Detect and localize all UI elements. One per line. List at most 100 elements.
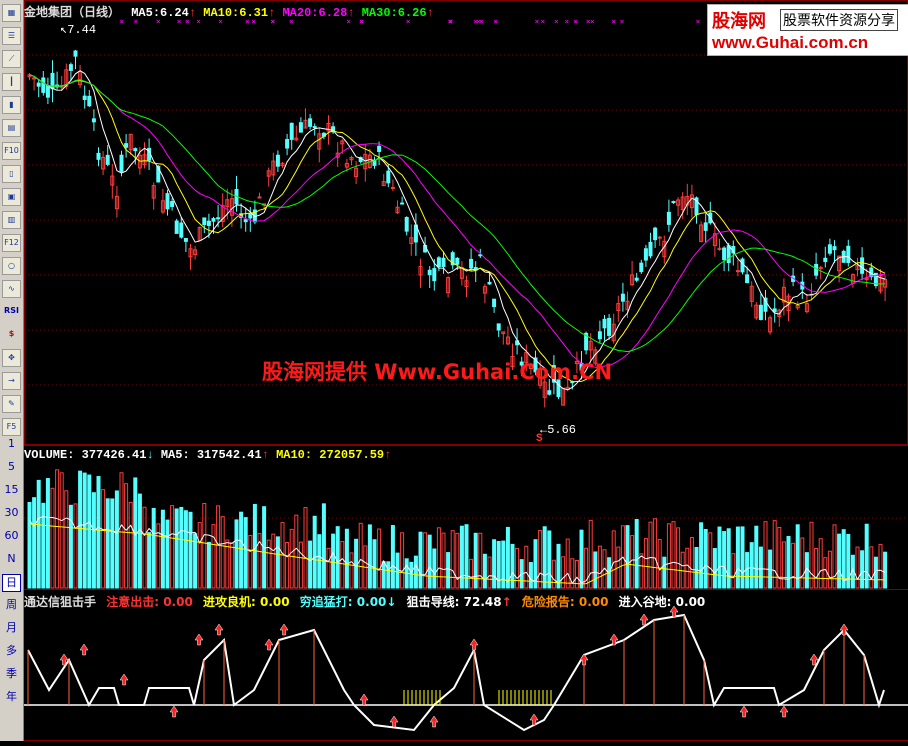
candle-body: [735, 270, 740, 273]
table-icon[interactable]: ▤: [2, 119, 21, 137]
f5-icon[interactable]: F5: [2, 418, 21, 436]
high-price-label: ↖7.44: [60, 22, 96, 37]
search-icon[interactable]: ○: [2, 257, 21, 275]
volume-bar: [542, 526, 547, 589]
volume-bar: [349, 552, 354, 589]
logo-url: www.Guhai.com.cn: [712, 33, 869, 52]
volume-bar: [869, 546, 874, 589]
volume-bar: [459, 525, 464, 589]
arrow-up-icon: ↑: [347, 6, 355, 20]
note-icon[interactable]: ▣: [2, 188, 21, 206]
arrow-up-icon: ↑: [188, 6, 197, 20]
left-toolbar: ▦ ☰ ⟋ ┃ ▮ ▤ F10 ▯ ▣ ▥ F12 ○ ∿ RSI $ ✥ → ✎ F5 1 5 15 30 60 N 日周月多季…: [0, 0, 24, 741]
ma20-value: 6.28: [318, 6, 348, 20]
move-icon[interactable]: ✥: [2, 349, 21, 367]
candle-body: [492, 298, 497, 308]
period-2-button[interactable]: 15: [2, 482, 21, 500]
period-3-button[interactable]: 30: [2, 505, 21, 523]
exit-icon[interactable]: →: [2, 372, 21, 390]
candle-body: [657, 236, 662, 239]
calc-icon[interactable]: ▥: [2, 211, 21, 229]
period-10-button[interactable]: 季: [2, 666, 21, 684]
volume-bar: [165, 519, 170, 589]
candle-body: [165, 193, 170, 210]
volume-bar: [689, 537, 694, 589]
volume-bar: [860, 550, 865, 589]
candle-body: [722, 247, 727, 261]
volume-bar: [234, 519, 239, 589]
volume-bar: [413, 555, 418, 589]
signal-mark: S: [536, 433, 543, 445]
period-0-button[interactable]: 1: [2, 436, 21, 454]
chart-area[interactable]: ××××××××××××××××××××××××××××××××××××××××…: [24, 0, 908, 741]
volume-bar: [50, 487, 55, 589]
period-11-button[interactable]: 年: [2, 689, 21, 707]
signal-cross: ×: [620, 17, 625, 26]
list-icon[interactable]: ☰: [2, 27, 21, 45]
volume-bar: [864, 523, 869, 589]
period-6-button[interactable]: 日: [2, 574, 21, 592]
arrow-up-icon: ↑: [268, 6, 276, 20]
volume-bar: [91, 492, 96, 589]
f10-icon[interactable]: F10: [2, 142, 21, 160]
doc-icon[interactable]: ▯: [2, 165, 21, 183]
volume-bar: [114, 490, 119, 589]
candle-body: [648, 241, 653, 257]
volume-bar: [662, 556, 667, 589]
candle-body: [427, 269, 432, 276]
chart-icon[interactable]: ▦: [2, 4, 21, 22]
candle-body: [758, 304, 763, 320]
bar-chart-icon[interactable]: ▮: [2, 96, 21, 114]
attention-arrow-icon: [579, 653, 589, 666]
candle-body: [860, 257, 865, 274]
pencil-icon[interactable]: ✎: [2, 395, 21, 413]
volume-bar: [335, 526, 340, 589]
volume-bar: [303, 507, 308, 589]
dollar-icon[interactable]: $: [2, 326, 21, 344]
candle-body: [832, 246, 837, 251]
candle-body: [257, 196, 262, 199]
ma10-label: MA10:: [203, 6, 240, 20]
volume-bar: [142, 506, 147, 589]
candle-icon[interactable]: ┃: [2, 73, 21, 91]
volume-bar: [676, 527, 681, 589]
period-4-button[interactable]: 60: [2, 528, 21, 546]
volume-ma5-value: 317542.41: [196, 448, 262, 462]
volume-bar: [137, 493, 142, 589]
volume-bar: [754, 525, 759, 589]
attention-arrow-icon: [79, 643, 89, 656]
candle-body: [243, 219, 248, 223]
candle-body: [183, 237, 188, 242]
volume-bar: [482, 553, 487, 589]
guide-line: [27, 613, 885, 732]
period-9-button[interactable]: 多: [2, 643, 21, 661]
volume-label: VOLUME:: [24, 448, 75, 462]
valley-value: 0.00: [675, 595, 706, 609]
candle-body: [846, 245, 851, 263]
period-5-button[interactable]: N: [2, 551, 21, 569]
volume-bar: [36, 479, 41, 589]
volume-bar: [423, 532, 428, 589]
ma5-value: 6.24: [160, 6, 189, 20]
wave-icon[interactable]: ∿: [2, 280, 21, 298]
arrow-down-icon: ↓: [146, 448, 154, 462]
f12-icon[interactable]: F12: [2, 234, 21, 252]
rsi-icon[interactable]: RSI: [2, 303, 21, 321]
volume-bar: [197, 522, 202, 589]
candle-body: [432, 268, 437, 282]
attention-arrow-icon: [119, 673, 129, 686]
period-1-button[interactable]: 5: [2, 459, 21, 477]
volume-bar: [321, 503, 326, 589]
volume-bar: [643, 538, 648, 589]
line-chart-icon[interactable]: ⟋: [2, 50, 21, 68]
candle-body: [827, 244, 832, 254]
candle-body: [602, 318, 607, 329]
volume-bar: [354, 538, 359, 589]
volume-bar: [593, 551, 598, 589]
period-8-button[interactable]: 月: [2, 620, 21, 638]
candle-body: [275, 154, 280, 167]
period-7-button[interactable]: 周: [2, 597, 21, 615]
ma10-value: 6.31: [239, 6, 269, 20]
attack-value: 0.00: [260, 595, 290, 609]
volume-bar: [105, 498, 110, 589]
